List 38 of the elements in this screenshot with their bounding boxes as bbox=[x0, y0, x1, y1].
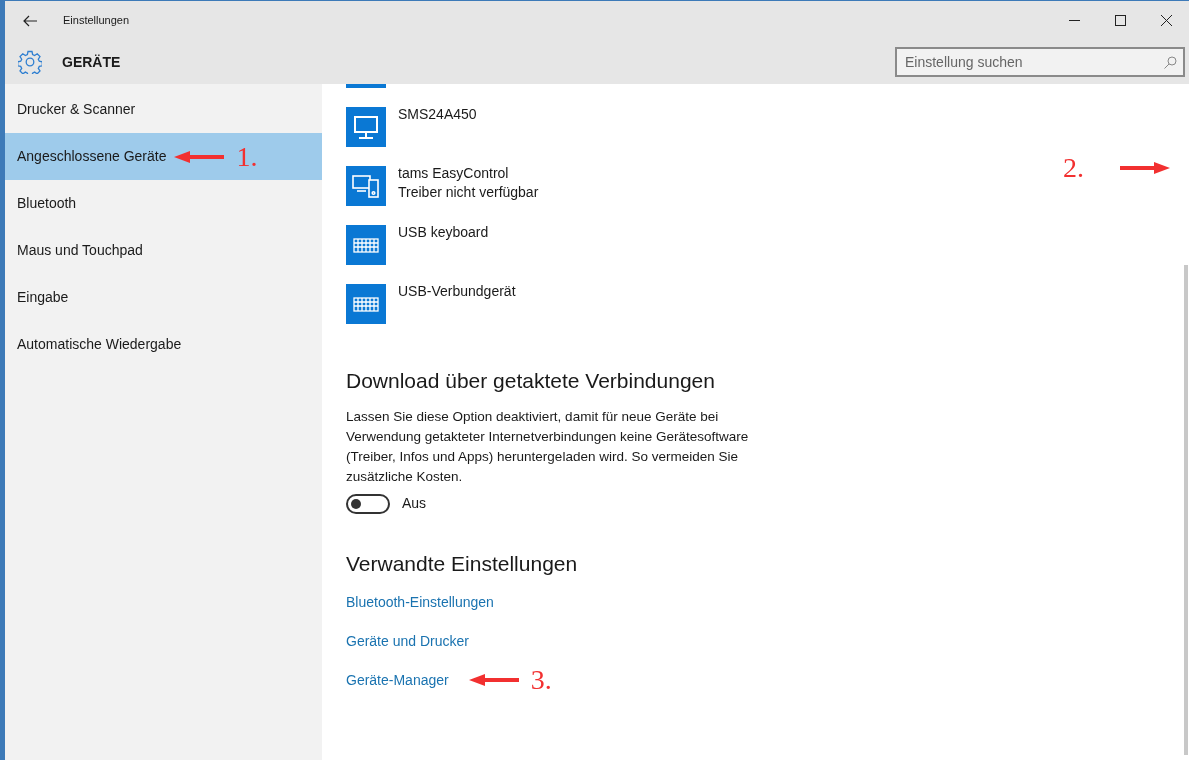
settings-link[interactable]: Bluetooth-Einstellungen bbox=[346, 591, 494, 613]
section-heading: Download über getaktete Verbindungen bbox=[346, 368, 716, 394]
sidebar-item[interactable]: Automatische Wiedergabe bbox=[5, 321, 322, 368]
device-name: USB-Verbundgerät bbox=[398, 282, 516, 301]
annotation-number: 1. bbox=[236, 142, 258, 171]
sidebar-item[interactable]: Maus und Touchpad bbox=[5, 227, 322, 274]
search-icon bbox=[1164, 56, 1177, 69]
annotation-number: 2. bbox=[1063, 154, 1084, 182]
annotation-number: 3. bbox=[530, 666, 552, 694]
sidebar-item[interactable]: Angeschlossene Geräte 1. bbox=[5, 133, 322, 180]
device-name: tams EasyControl bbox=[398, 164, 510, 183]
toggle-switch[interactable] bbox=[346, 493, 390, 514]
keyboard-icon bbox=[346, 284, 386, 324]
close-icon bbox=[1160, 15, 1172, 26]
back-arrow-icon bbox=[23, 14, 37, 27]
scrollbar[interactable] bbox=[1184, 265, 1188, 755]
right-arrow bbox=[1120, 162, 1170, 174]
settings-link[interactable]: Geräte und Drucker bbox=[346, 630, 469, 652]
search-field[interactable]: Einstellung suchen bbox=[895, 47, 1185, 77]
sidebar-item[interactable]: Bluetooth bbox=[5, 180, 322, 227]
section-description: Lassen Sie diese Option deaktiviert, damit für neue Geräte bei Verwendung getakteter Internetverbindungen keine Gerätesoftware (Treiber, Infos und Apps) heruntergeladen wird. So vermeiden Sie zusätzliche Kosten. bbox=[346, 408, 750, 486]
device-name: USB keyboard bbox=[398, 223, 489, 242]
page-title: GERÄTE bbox=[62, 52, 121, 72]
left-arrow bbox=[174, 150, 225, 163]
sidebar-item[interactable]: Eingabe bbox=[5, 274, 322, 321]
toggle-label: Aus bbox=[402, 494, 427, 513]
keyboard-icon bbox=[346, 225, 386, 265]
devices-icon bbox=[346, 166, 386, 206]
left-arrow bbox=[468, 674, 519, 686]
window-title: Einstellungen bbox=[63, 13, 130, 29]
device-name: SMS24A450 bbox=[398, 105, 477, 124]
maximize-icon bbox=[1114, 15, 1126, 26]
sidebar-item[interactable]: Drucker & Scanner bbox=[5, 86, 322, 133]
section-heading: Verwandte Einstellungen bbox=[346, 551, 579, 577]
settings-icon bbox=[18, 50, 42, 74]
monitor-icon bbox=[346, 107, 386, 147]
settings-link[interactable]: Geräte-Manager bbox=[346, 669, 449, 691]
device-status: Treiber nicht verfügbar bbox=[398, 183, 539, 202]
